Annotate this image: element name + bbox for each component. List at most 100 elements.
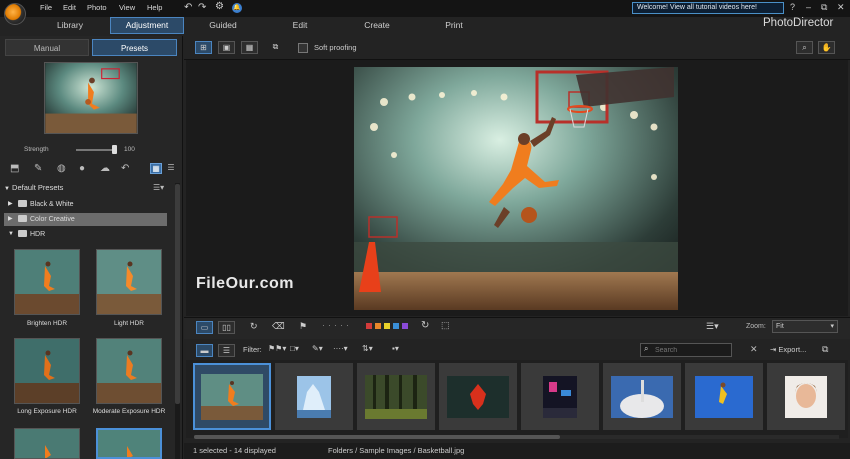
filmstrip-item[interactable] xyxy=(439,363,517,430)
menu-file[interactable]: File xyxy=(40,3,52,12)
film-reel-icon[interactable]: ◍ xyxy=(57,163,66,174)
settings-gear-icon[interactable]: ⚙ xyxy=(215,1,224,12)
color-label-orange[interactable] xyxy=(375,323,381,329)
flag-icon[interactable]: ⚑ xyxy=(299,321,307,332)
tab-guided[interactable]: Guided xyxy=(193,17,253,34)
import-preset-icon[interactable]: ⬒ xyxy=(10,163,19,174)
pan-hand-icon[interactable]: ✋ xyxy=(818,41,835,54)
menu-edit[interactable]: Edit xyxy=(63,3,76,12)
filmstrip-item[interactable] xyxy=(767,363,845,430)
compare-view-icon[interactable]: ⊞ xyxy=(195,41,212,54)
color-label-blue[interactable] xyxy=(393,323,399,329)
eraser-icon[interactable]: ⌫ xyxy=(272,321,285,332)
thumbnail-grid-icon[interactable]: ▦ xyxy=(241,41,258,54)
grid-view-icon[interactable]: ▦ xyxy=(150,163,162,174)
expand-arrow-icon: ▶ xyxy=(8,201,13,207)
preset-thumb[interactable] xyxy=(14,428,80,459)
filmstrip-scrollbar-thumb[interactable] xyxy=(194,435,560,439)
tab-create[interactable]: Create xyxy=(347,17,407,34)
export-button[interactable]: ⇥ Export... xyxy=(770,343,807,357)
list-view-icon[interactable]: ☰ xyxy=(165,163,177,174)
tab-edit[interactable]: Edit xyxy=(270,17,330,34)
preset-thumb-image xyxy=(15,429,79,458)
undo-icon[interactable]: ↶ xyxy=(184,2,192,13)
strength-slider-handle[interactable] xyxy=(112,145,117,154)
filter-label: Filter: xyxy=(243,345,262,354)
selection-count: 1 selected - 14 displayed xyxy=(193,446,276,455)
rotate-icon[interactable]: ↻ xyxy=(250,321,258,332)
display-options-icon[interactable]: ▪▾ xyxy=(392,344,399,353)
preset-thumb-selected[interactable] xyxy=(96,428,162,459)
menu-photo[interactable]: Photo xyxy=(87,3,107,12)
thumbnail-portrait xyxy=(785,375,827,418)
filmstrip-item[interactable] xyxy=(603,363,681,430)
filmstrip-item[interactable] xyxy=(521,363,599,430)
folder-color-creative[interactable]: ▶ Color Creative xyxy=(4,213,167,226)
filmstrip-options-icon[interactable]: ☰▾ xyxy=(706,321,719,332)
flag-filter-icon[interactable]: ⚑⚑▾ xyxy=(268,344,286,353)
dual-photo-view-icon[interactable]: ▯▯ xyxy=(218,321,235,334)
tab-adjustment[interactable]: Adjustment xyxy=(110,17,184,34)
reset-icon[interactable]: ↶ xyxy=(121,163,129,174)
preset-group-header[interactable]: ▼ Default Presets xyxy=(4,183,170,195)
screen-toggle-icon[interactable]: ⧉ xyxy=(267,41,284,54)
help-button[interactable]: ? xyxy=(790,2,795,12)
single-view-icon[interactable]: ▣ xyxy=(218,41,235,54)
color-label-yellow[interactable] xyxy=(384,323,390,329)
share-icon[interactable]: ⧉ xyxy=(822,344,828,355)
menu-help[interactable]: Help xyxy=(147,3,162,12)
redo-icon[interactable]: ↷ xyxy=(198,2,206,13)
group-menu-icon[interactable]: ☰▾ xyxy=(153,183,164,192)
rating-stars[interactable]: ····· xyxy=(322,320,352,330)
soft-proofing-checkbox[interactable] xyxy=(298,43,308,53)
cloud-icon[interactable]: ☁ xyxy=(100,163,110,174)
filmstrip-view-icon[interactable]: ▬ xyxy=(196,344,213,357)
restore-button[interactable]: ⧉ xyxy=(821,2,827,13)
menu-view[interactable]: View xyxy=(119,3,135,12)
thumbnail-neon-street xyxy=(543,375,577,418)
thumbnail-ice-castle xyxy=(297,375,331,418)
rating-filter-icon[interactable]: ····▾ xyxy=(333,344,348,353)
close-button[interactable]: ✕ xyxy=(837,2,845,13)
sort-icon[interactable]: ⇅▾ xyxy=(362,344,373,353)
preset-scrollbar-thumb[interactable] xyxy=(175,184,180,404)
chevron-down-icon: ▾ xyxy=(830,323,834,330)
soft-proofing-label: Soft proofing xyxy=(314,43,357,52)
zoom-magnifier-icon[interactable]: ⌕ xyxy=(796,41,813,54)
tab-manual[interactable]: Manual xyxy=(5,39,89,56)
crop-icon[interactable]: ⬚ xyxy=(441,320,450,331)
brush-preset-icon[interactable]: ✎ xyxy=(34,163,42,174)
preset-thumb-moderate-exposure-hdr[interactable] xyxy=(96,338,162,404)
preset-thumb-brighten-hdr[interactable] xyxy=(14,249,80,315)
label-filter-icon[interactable]: □▾ xyxy=(290,344,299,353)
minimize-button[interactable]: – xyxy=(806,2,811,12)
pen-filter-icon[interactable]: ✎▾ xyxy=(312,344,323,353)
tab-print[interactable]: Print xyxy=(424,17,484,34)
tab-library[interactable]: Library xyxy=(40,17,100,34)
preset-thumb-long-exposure-hdr[interactable] xyxy=(14,338,80,404)
clear-search-icon[interactable]: ✕ xyxy=(750,344,758,355)
app-name: PhotoDirector xyxy=(763,17,834,29)
strength-slider[interactable] xyxy=(76,149,116,151)
palette-icon[interactable]: ● xyxy=(79,163,85,174)
refresh-icon[interactable]: ↻ xyxy=(421,320,429,331)
list-view-toggle-icon[interactable]: ☰ xyxy=(218,344,235,357)
filmstrip-item[interactable] xyxy=(357,363,435,430)
main-photo-basketball[interactable] xyxy=(354,67,678,310)
folder-hdr[interactable]: ▼ HDR xyxy=(4,228,167,241)
tab-presets[interactable]: Presets xyxy=(92,39,177,56)
zoom-dropdown[interactable]: Fit ▾ xyxy=(772,320,838,333)
single-photo-view-icon[interactable]: ▭ xyxy=(196,321,213,334)
preset-label: Moderate Exposure HDR xyxy=(92,408,166,415)
folder-black-white[interactable]: ▶ Black & White xyxy=(4,198,167,211)
filmstrip-item[interactable] xyxy=(685,363,763,430)
tutorial-banner[interactable]: Welcome! View all tutorial videos here! xyxy=(632,2,784,14)
filmstrip-item-selected[interactable] xyxy=(193,363,271,430)
color-label-red[interactable] xyxy=(366,323,372,329)
color-label-purple[interactable] xyxy=(402,323,408,329)
expand-arrow-icon: ▶ xyxy=(8,216,13,222)
search-input[interactable] xyxy=(640,343,732,357)
filmstrip-item[interactable] xyxy=(275,363,353,430)
notification-bell-icon[interactable]: 🔔 xyxy=(232,3,242,13)
preset-thumb-light-hdr[interactable] xyxy=(96,249,162,315)
